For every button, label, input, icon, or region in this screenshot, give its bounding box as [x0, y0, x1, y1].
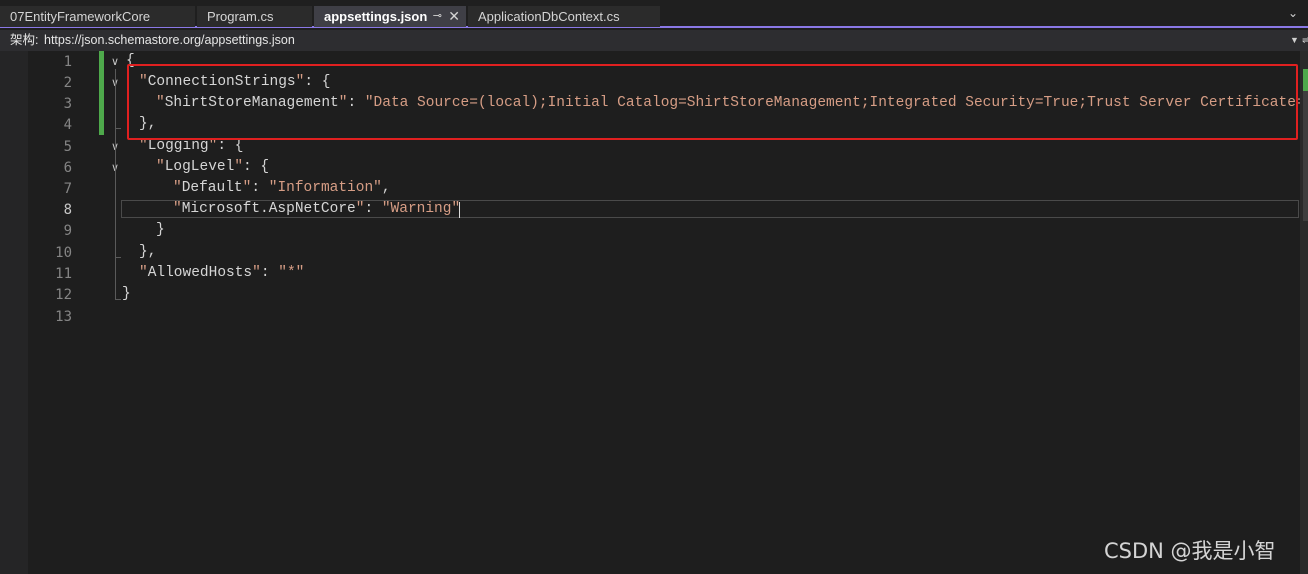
tab-label: appsettings.json [324, 9, 428, 24]
line-number: 12 [55, 287, 72, 303]
outline-guide-end [115, 299, 121, 300]
tab-label: ApplicationDbContext.cs [478, 9, 620, 24]
code-line-9: } [156, 220, 165, 241]
code-token: Warning [390, 201, 452, 217]
text-caret [459, 202, 460, 218]
split-icon[interactable]: ⇌ [1302, 30, 1308, 51]
line-number: 6 [63, 160, 72, 176]
scrollbar-change-marker [1303, 69, 1308, 91]
code-token: Microsoft.AspNetCore [181, 201, 356, 217]
code-token: Information [277, 180, 374, 196]
tab-applicationdbcontext-cs[interactable]: ApplicationDbContext.cs [468, 6, 660, 27]
code-token: } [156, 222, 165, 238]
code-token: Logging [147, 138, 209, 154]
schema-label: 架构: [10, 33, 39, 47]
change-indicator-bar [99, 51, 104, 135]
code-token: } [122, 286, 131, 302]
line-number: 3 [63, 96, 72, 112]
line-number: 7 [63, 181, 72, 197]
line-number: 11 [55, 266, 72, 282]
tab-07entityframeworkcore[interactable]: 07EntityFrameworkCore [0, 6, 195, 27]
schema-dropdown-icon[interactable]: ▼ [1290, 30, 1299, 51]
line-number-current: 8 [63, 202, 72, 218]
code-token: AllowedHosts [147, 265, 253, 281]
line-number: 5 [63, 139, 72, 155]
fold-chevron-icon[interactable]: ∨ [108, 55, 122, 69]
line-number: 13 [55, 309, 72, 325]
code-token: }, [139, 244, 157, 260]
code-token: Default [181, 180, 243, 196]
line-number: 10 [55, 245, 72, 261]
document-tab-strip: 07EntityFrameworkCore Program.cs appsett… [0, 0, 1308, 28]
code-line-10: }, [139, 242, 156, 263]
tab-appsettings-json[interactable]: appsettings.json ⊸ ✕ [314, 6, 466, 27]
line-number: 4 [63, 117, 72, 133]
line-number: 1 [63, 54, 72, 70]
code-line-6: "LogLevel": { [156, 159, 270, 175]
code-editor[interactable]: 1 2 3 4 5 6 7 8 9 10 11 12 13 ∨ ∨ ∨ ∨ { … [0, 51, 1308, 574]
outline-guide-end [115, 128, 121, 129]
tab-program-cs[interactable]: Program.cs [197, 6, 312, 27]
code-line-12: } [122, 284, 131, 305]
code-token: LogLevel [164, 159, 235, 175]
code-line-11: "AllowedHosts": "*" [139, 265, 305, 281]
code-token: * [286, 265, 296, 281]
code-line-8: "Microsoft.AspNetCore": "Warning" [173, 201, 461, 217]
code-line-7: "Default": "Information", [173, 180, 391, 196]
tab-label: 07EntityFrameworkCore [10, 9, 151, 24]
tab-label: Program.cs [207, 9, 274, 24]
outline-guide-end [115, 257, 121, 258]
editor-left-margin [0, 51, 28, 574]
close-icon[interactable]: ✕ [448, 6, 460, 27]
outline-guide [115, 69, 116, 299]
schema-bar: 架构: https://json.schemastore.org/appsett… [0, 30, 1308, 51]
schema-url[interactable]: https://json.schemastore.org/appsettings… [44, 30, 295, 51]
line-number: 9 [63, 223, 72, 239]
scrollbar-thumb[interactable] [1303, 71, 1308, 221]
watermark: CSDN @我是小智 [1104, 539, 1276, 563]
line-number: 2 [63, 75, 72, 91]
annotation-highlight-box [127, 64, 1298, 140]
pin-icon[interactable]: ⊸ [433, 6, 442, 27]
chevron-down-icon[interactable]: ⌄ [1288, 6, 1298, 20]
